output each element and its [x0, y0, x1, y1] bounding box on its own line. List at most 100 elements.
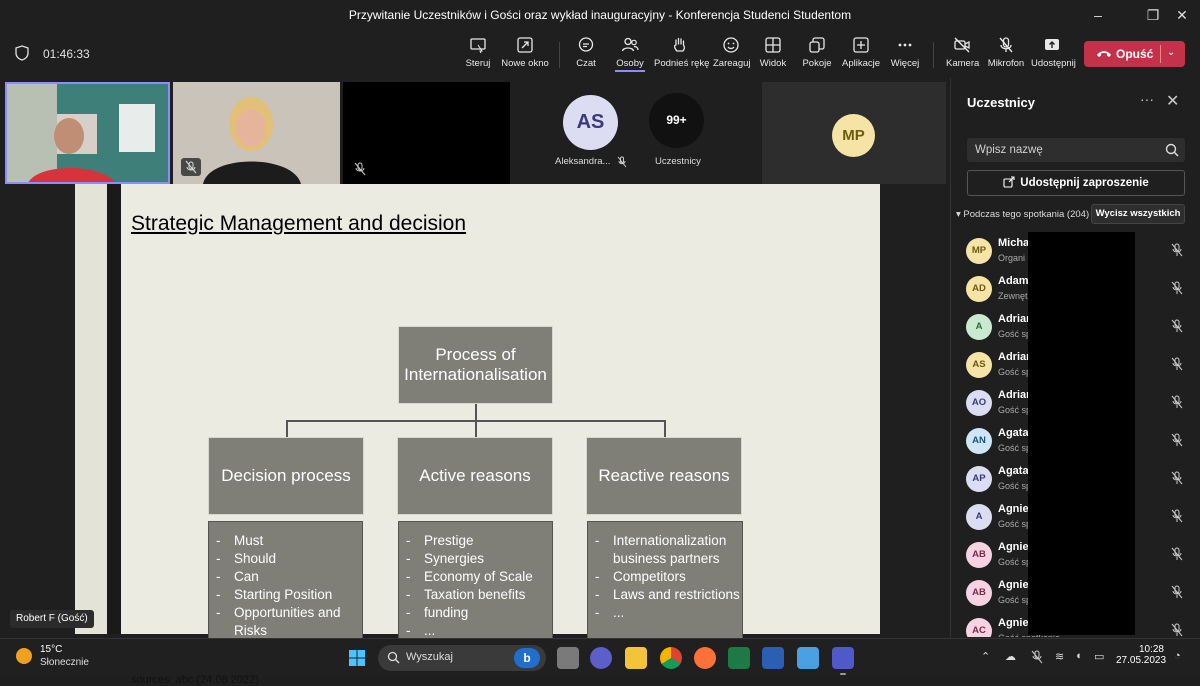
taskbar-search[interactable]: Wyszukaj b: [378, 645, 546, 671]
decision-process-list: - Must - Should - Can - Starting Position -O…: [208, 521, 363, 647]
chevron-down-icon[interactable]: ⌄: [1167, 47, 1175, 58]
chrome-icon[interactable]: [660, 647, 682, 669]
share-invite-button[interactable]: Udostępnij zaproszenie: [967, 170, 1185, 196]
redaction-block: [1028, 232, 1135, 635]
new-window-button[interactable]: Nowe okno: [501, 36, 549, 76]
raise-hand-icon: [673, 37, 686, 52]
list-item: - Laws and restrictions: [595, 587, 740, 602]
search-icon[interactable]: [1165, 143, 1179, 157]
meeting-timer: 01:46:33: [43, 47, 90, 61]
mic-off-icon[interactable]: [1030, 650, 1044, 664]
wifi-icon[interactable]: ≋: [1055, 650, 1064, 663]
video-tile-guest[interactable]: [173, 82, 340, 184]
list-item: - Must: [216, 533, 264, 548]
camera-off-icon: [954, 37, 970, 53]
weather-temp[interactable]: 15°C: [40, 644, 62, 655]
rooms-icon: [809, 37, 825, 53]
phone-hangup-icon: [1097, 51, 1111, 57]
section-header[interactable]: ▾ Podczas tego spotkania (204): [956, 209, 1089, 220]
file-explorer-icon[interactable]: [625, 647, 647, 669]
video-tile-off[interactable]: [343, 82, 510, 184]
close-window-button[interactable]: ✕: [1162, 4, 1200, 26]
teams-chat-icon[interactable]: [590, 647, 612, 669]
list-item: - Prestige: [406, 533, 474, 548]
people-button[interactable]: Osoby: [615, 36, 645, 76]
slide-sources: sources: abc (24.08.2022): [131, 674, 259, 686]
search-input[interactable]: [975, 142, 1155, 158]
teams-app-icon[interactable]: [832, 647, 854, 675]
overflow-participants[interactable]: 99+: [649, 93, 704, 148]
system-clock[interactable]: 10:28 27.05.2023: [1116, 644, 1166, 666]
notepad-icon[interactable]: [797, 647, 819, 669]
word-icon[interactable]: [762, 647, 784, 669]
chat-icon: [578, 37, 594, 52]
close-icon[interactable]: ✕: [1166, 91, 1179, 111]
task-view-icon[interactable]: [557, 647, 579, 669]
leave-button[interactable]: Opuść ⌄: [1084, 41, 1185, 67]
active-reasons-list: - Prestige - Synergies - Economy of Scale -…: [398, 521, 553, 647]
share-link-icon: [1003, 176, 1015, 188]
list-item: - Economy of Scale: [406, 569, 533, 584]
control-icon: [470, 38, 486, 54]
slide-title: Strategic Management and decision: [131, 212, 467, 235]
participant-video: [7, 84, 168, 182]
bing-icon[interactable]: b: [514, 648, 540, 668]
share-icon: [1045, 39, 1059, 50]
rooms-button[interactable]: Pokoje: [802, 36, 832, 76]
view-button[interactable]: Widok: [758, 36, 788, 76]
list-item: - Internationalization business partners: [595, 533, 727, 566]
video-tile-mp[interactable]: MP: [762, 82, 946, 184]
battery-icon[interactable]: ▭: [1094, 650, 1104, 663]
sun-icon[interactable]: [16, 648, 32, 664]
avatar-aleksandra[interactable]: AS: [563, 95, 618, 150]
chat-button[interactable]: Czat: [572, 36, 600, 76]
new-window-icon: [517, 37, 533, 53]
minimize-button[interactable]: –: [1078, 4, 1118, 26]
presentation-slide: Strategic Management and decision Proces…: [121, 184, 880, 686]
video-tile-robert[interactable]: [5, 82, 170, 184]
reactive-reasons-box: Reactive reasons: [586, 437, 742, 515]
more-button[interactable]: Więcej: [890, 36, 920, 76]
list-item: - funding: [406, 605, 469, 620]
apps-icon: [853, 37, 869, 53]
window-title: Przywitanie Uczestników i Gości oraz wyk…: [348, 8, 852, 22]
control-button[interactable]: Steruj: [462, 36, 494, 76]
firefox-icon[interactable]: [694, 647, 716, 669]
speaker-caption: Robert F (Gość): [10, 610, 94, 628]
more-options-icon[interactable]: ···: [1140, 91, 1154, 107]
more-icon: [898, 43, 912, 47]
windows-taskbar: 15°C Słonecznie Wyszukaj b ⌃ ☁ ≋ ◖ ▭ 10:…: [0, 638, 1200, 675]
excel-icon[interactable]: [728, 647, 750, 669]
camera-button[interactable]: Kamera: [946, 36, 979, 76]
list-item: - Should: [216, 551, 277, 566]
meeting-toolbar: 01:46:33 Steruj Nowe okno Czat Osoby Pod…: [0, 30, 1200, 78]
raise-hand-button[interactable]: Podnieś rękę: [654, 36, 709, 76]
list-item: -...: [595, 605, 625, 620]
share-screen-button[interactable]: Udostępnij: [1031, 36, 1076, 76]
mic-off-icon: [617, 156, 627, 168]
volume-icon[interactable]: ◖: [1075, 650, 1082, 662]
mic-off-icon: [999, 37, 1013, 53]
mic-off-icon: [354, 162, 366, 176]
top-box: Process of Internationalisation: [398, 326, 553, 404]
mic-off-icon: [185, 160, 197, 174]
apps-button[interactable]: Aplikacje: [842, 36, 880, 76]
decision-process-box: Decision process: [208, 437, 364, 515]
windows-start-icon[interactable]: [348, 649, 366, 667]
notification-icon[interactable]: ◔: [1174, 650, 1181, 662]
list-item: - Taxation benefits: [406, 587, 526, 602]
mute-all-button[interactable]: Wycisz wszystkich: [1091, 204, 1185, 224]
shield-icon: [15, 45, 29, 61]
weather-desc[interactable]: Słonecznie: [40, 657, 89, 668]
chevron-up-icon[interactable]: ⌃: [981, 650, 990, 663]
list-item: - Opportunities and Risks: [216, 605, 341, 638]
react-button[interactable]: Zareaguj: [713, 36, 751, 76]
panel-title: Uczestnicy: [967, 95, 1035, 110]
participant-search[interactable]: [967, 138, 1185, 162]
list-item: - Starting Position: [216, 587, 333, 602]
list-item: - Can: [216, 569, 259, 584]
cloud-icon[interactable]: ☁: [1005, 650, 1016, 663]
microphone-button[interactable]: Mikrofon: [987, 36, 1025, 76]
muted-badge: [181, 158, 201, 176]
overflow-label: Uczestnicy: [655, 156, 701, 167]
